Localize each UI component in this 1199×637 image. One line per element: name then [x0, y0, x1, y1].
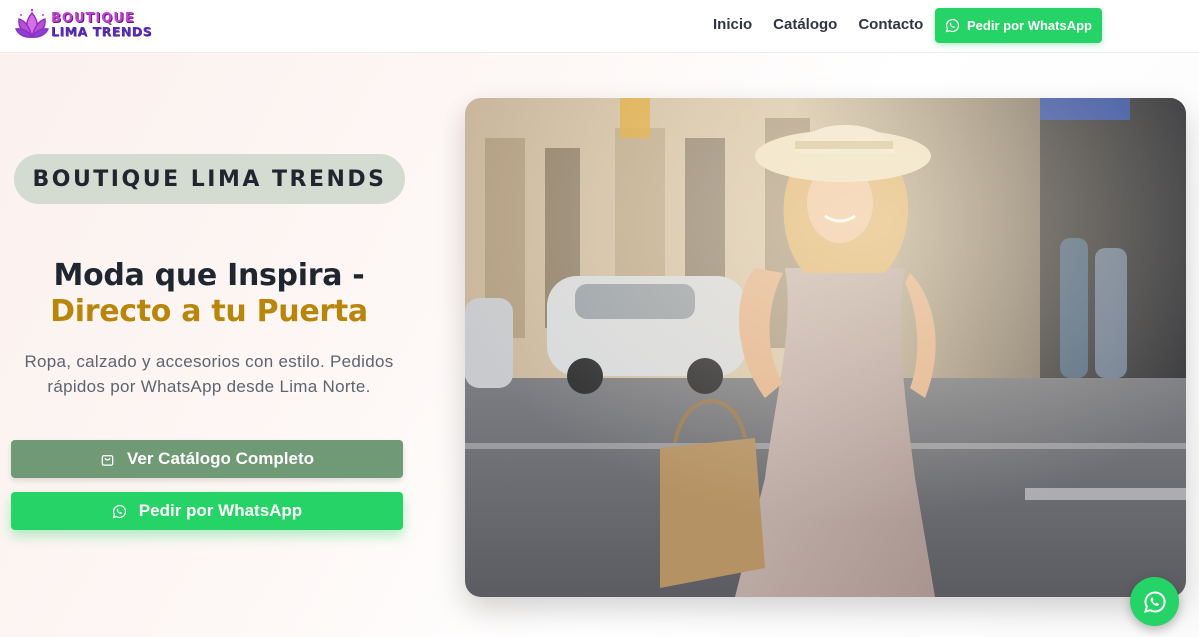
whatsapp-icon [112, 504, 126, 518]
whatsapp-icon [1143, 590, 1166, 613]
hero-image [465, 98, 1186, 597]
nav-link-inicio[interactable]: Inicio [713, 16, 752, 33]
shopping-bag-icon [101, 454, 114, 466]
hero-whatsapp-label: Pedir por WhatsApp [138, 501, 303, 520]
view-catalog-label: Ver Catálogo Completo [126, 449, 315, 468]
hero-headline: Moda que Inspira - Directo a tu Puerta [0, 258, 418, 330]
header-whatsapp-button[interactable]: Pedir por WhatsApp [935, 8, 1102, 43]
lotus-logo-icon [15, 8, 49, 38]
main-nav: Inicio Catálogo Contacto [713, 16, 944, 33]
brand-badge: BOUTIQUE LIMA TRENDS [14, 154, 405, 204]
brand-name-line2: LIMA TRENDS [51, 24, 153, 39]
site-header: BOUTIQUE LIMA TRENDS Inicio Catálogo Con… [0, 0, 1199, 53]
hero-headline-accent: Directo a tu Puerta [50, 294, 368, 329]
whatsapp-icon [945, 18, 960, 33]
hero-subtitle: Ropa, calzado y accesorios con estilo. P… [24, 352, 394, 396]
header-whatsapp-label: Pedir por WhatsApp [967, 18, 1092, 33]
hero-whatsapp-button[interactable]: Pedir por WhatsApp [11, 492, 403, 530]
brand-logo[interactable]: BOUTIQUE LIMA TRENDS [15, 7, 152, 43]
floating-whatsapp-button[interactable] [1130, 577, 1179, 626]
hero-photo-illustration [465, 98, 1186, 597]
hero-headline-main: Moda que Inspira - [53, 258, 365, 293]
view-catalog-button[interactable]: Ver Catálogo Completo [11, 440, 403, 478]
nav-link-catalogo[interactable]: Catálogo [773, 16, 837, 33]
nav-link-contacto[interactable]: Contacto [858, 16, 923, 33]
